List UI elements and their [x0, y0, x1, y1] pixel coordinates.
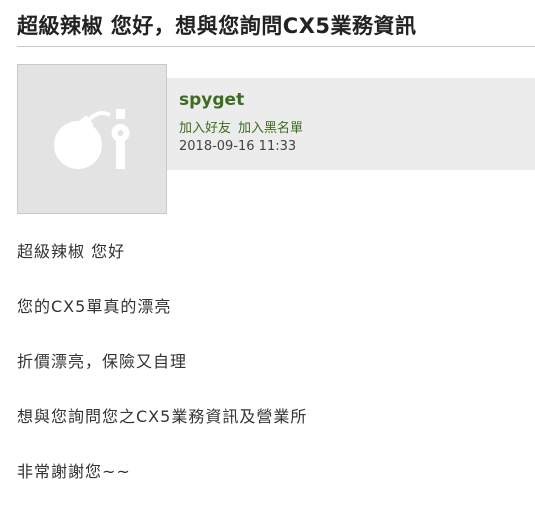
sender-username-link[interactable]: spyget [179, 88, 519, 112]
message-body: 超級辣椒 您好 您的CX5單真的漂亮 折價漂亮，保險又自理 想與您詢問您之CX5… [17, 240, 517, 506]
sender-actions: 加入好友 加入黑名單 [179, 121, 519, 137]
bomb-icon [54, 109, 130, 169]
message-page: 超級辣椒 您好，想與您詢問CX5業務資訊 spyget 加入好友 加入黑名單 20… [0, 0, 535, 506]
add-blacklist-link[interactable]: 加入黑名單 [238, 121, 303, 136]
body-line: 超級辣椒 您好 [17, 242, 126, 261]
subject-divider [17, 46, 535, 47]
sender-info: spyget 加入好友 加入黑名單 2018-09-16 11:33 [179, 88, 519, 155]
body-line: 想與您詢問您之CX5業務資訊及營業所 [17, 407, 308, 426]
body-line: 您的CX5單真的漂亮 [17, 297, 172, 316]
add-friend-link[interactable]: 加入好友 [179, 121, 231, 136]
sender-avatar[interactable] [17, 64, 167, 214]
message-timestamp: 2018-09-16 11:33 [179, 139, 297, 154]
body-line: 非常謝謝您~~ [17, 462, 131, 481]
body-line: 折價漂亮，保險又自理 [17, 352, 188, 371]
message-subject: 超級辣椒 您好，想與您詢問CX5業務資訊 [17, 14, 417, 38]
